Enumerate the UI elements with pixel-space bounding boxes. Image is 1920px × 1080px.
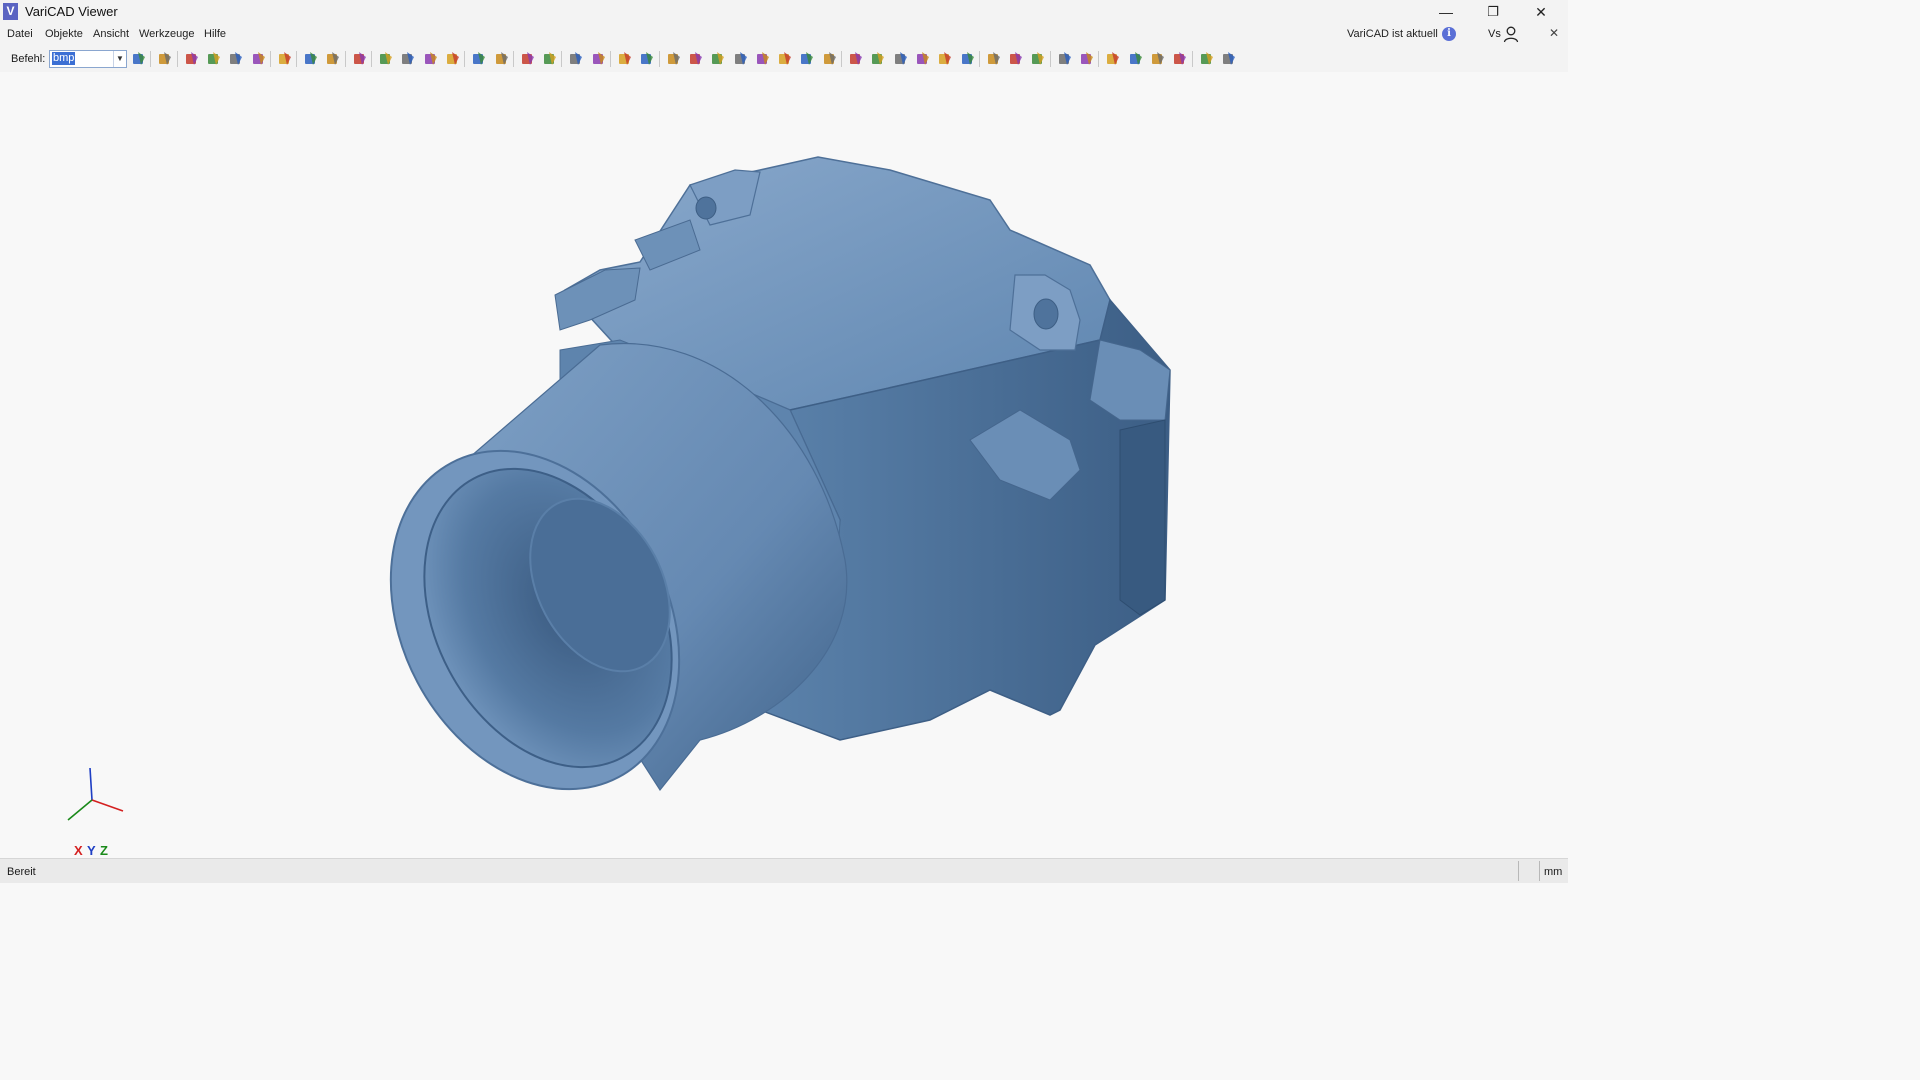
measure-7-icon[interactable] [798, 50, 816, 68]
clip-1-icon[interactable] [847, 50, 865, 68]
info-icon[interactable]: i [1442, 27, 1456, 41]
view-up-icon[interactable] [1149, 50, 1167, 68]
display-1-icon[interactable] [892, 50, 910, 68]
zoom-all-icon[interactable] [1007, 50, 1025, 68]
zoom-in-icon[interactable] [1056, 50, 1074, 68]
measure-2-icon[interactable] [687, 50, 705, 68]
query-j-icon[interactable] [444, 50, 462, 68]
assembly-icon[interactable] [493, 50, 511, 68]
chevron-down-icon[interactable]: ▼ [113, 51, 126, 67]
export-icon[interactable] [130, 50, 148, 68]
save-icon[interactable] [205, 50, 223, 68]
box-wire-icon[interactable] [519, 50, 537, 68]
view-down-icon[interactable] [1171, 50, 1189, 68]
zoom-out-icon[interactable] [1078, 50, 1096, 68]
title-bar: V VariCAD Viewer — ❐ ✕ [0, 0, 1568, 24]
command-label: Befehl: [11, 53, 46, 65]
measure-8-icon[interactable] [821, 50, 839, 68]
toolbar-separator [371, 51, 372, 67]
status-divider [1539, 861, 1540, 881]
open-folder-icon[interactable] [183, 50, 201, 68]
user-icon[interactable] [1503, 26, 1519, 43]
menu-werkzeuge[interactable]: Werkzeuge [139, 28, 194, 40]
status-text: Bereit [7, 866, 36, 878]
clip-2-icon[interactable] [869, 50, 887, 68]
menu-bar: Datei Objekte Ansicht Werkzeuge Hilfe [0, 24, 1568, 46]
command-input-value: bmp [52, 52, 76, 65]
save-as-icon[interactable] [227, 50, 245, 68]
query-v-icon[interactable] [377, 50, 395, 68]
axis-indicator [67, 767, 124, 821]
unit-label: mm [1544, 866, 1563, 878]
pan-right-icon[interactable] [1127, 50, 1145, 68]
display-4-icon[interactable] [959, 50, 977, 68]
box-solid-icon[interactable] [541, 50, 559, 68]
toolbar: Befehl: bmp ▼ [0, 46, 1568, 73]
toolbar-separator [269, 51, 271, 67]
toolbar-separator [561, 51, 563, 67]
undo-icon[interactable] [302, 50, 320, 68]
window-title: VariCAD Viewer [25, 4, 118, 19]
measure-6-icon[interactable] [776, 50, 794, 68]
toolbar-separator [512, 51, 514, 67]
query-s-icon[interactable] [399, 50, 417, 68]
pan-left-icon[interactable] [1104, 50, 1122, 68]
solid-box-icon[interactable] [616, 50, 634, 68]
save-all-icon[interactable] [250, 50, 268, 68]
user-initials: Vs [1488, 28, 1501, 40]
toolbar-separator [176, 51, 178, 67]
cylindrical-port [389, 343, 848, 792]
display-2-icon[interactable] [914, 50, 932, 68]
close-button[interactable]: ✕ [1518, 0, 1564, 24]
mode-2d-icon[interactable] [1198, 50, 1216, 68]
solid-tools-icon[interactable] [638, 50, 656, 68]
display-3-icon[interactable] [936, 50, 954, 68]
toolbar-separator [296, 51, 298, 67]
axis-y-label: Y [87, 843, 96, 858]
drawing-viewport[interactable] [0, 72, 1568, 858]
axis-z-label: Z [100, 843, 108, 858]
toolbar-separator [841, 51, 842, 67]
print-icon[interactable] [276, 50, 294, 68]
toolbar-separator [610, 51, 611, 67]
home-icon[interactable] [156, 50, 174, 68]
toolbar-separator [150, 51, 152, 67]
app-logo: V [3, 3, 18, 20]
update-status-label: VariCAD ist aktuell [1347, 28, 1438, 40]
redo-icon[interactable] [324, 50, 342, 68]
mode-3d-icon[interactable] [1220, 50, 1238, 68]
measure-5-icon[interactable] [754, 50, 772, 68]
layers-icon[interactable] [351, 50, 369, 68]
zoom-window-icon[interactable] [985, 50, 1003, 68]
status-divider [1518, 861, 1519, 881]
axis-x-label: X [74, 843, 83, 858]
measure-1-icon[interactable] [665, 50, 683, 68]
menu-datei[interactable]: Datei [7, 28, 33, 40]
shade-icon[interactable] [1029, 50, 1047, 68]
menu-ansicht[interactable]: Ansicht [93, 28, 129, 40]
model-canvas[interactable] [0, 72, 1568, 858]
command-input[interactable]: bmp ▼ [49, 50, 127, 68]
toolbar-separator [1049, 51, 1051, 67]
restore-button[interactable]: ❐ [1470, 0, 1516, 24]
measure-3-icon[interactable] [709, 50, 727, 68]
toolbar-separator [464, 51, 466, 67]
minimize-button[interactable]: — [1423, 0, 1469, 24]
status-bar: Bereit mm [0, 858, 1568, 883]
menu-objekte[interactable]: Objekte [45, 28, 83, 40]
explode-icon[interactable] [470, 50, 488, 68]
close-document-icon[interactable]: ✕ [1549, 26, 1559, 40]
query-s2-icon[interactable] [422, 50, 440, 68]
menu-hilfe[interactable]: Hilfe [204, 28, 226, 40]
axis-rotate-icon[interactable] [590, 50, 608, 68]
toolbar-separator [1098, 51, 1100, 67]
toolbar-separator [978, 51, 980, 67]
toolbar-separator [1191, 51, 1193, 67]
toolbar-separator [344, 51, 346, 67]
measure-4-icon[interactable] [732, 50, 750, 68]
axis-xyz-icon[interactable] [567, 50, 585, 68]
toolbar-separator [658, 51, 660, 67]
